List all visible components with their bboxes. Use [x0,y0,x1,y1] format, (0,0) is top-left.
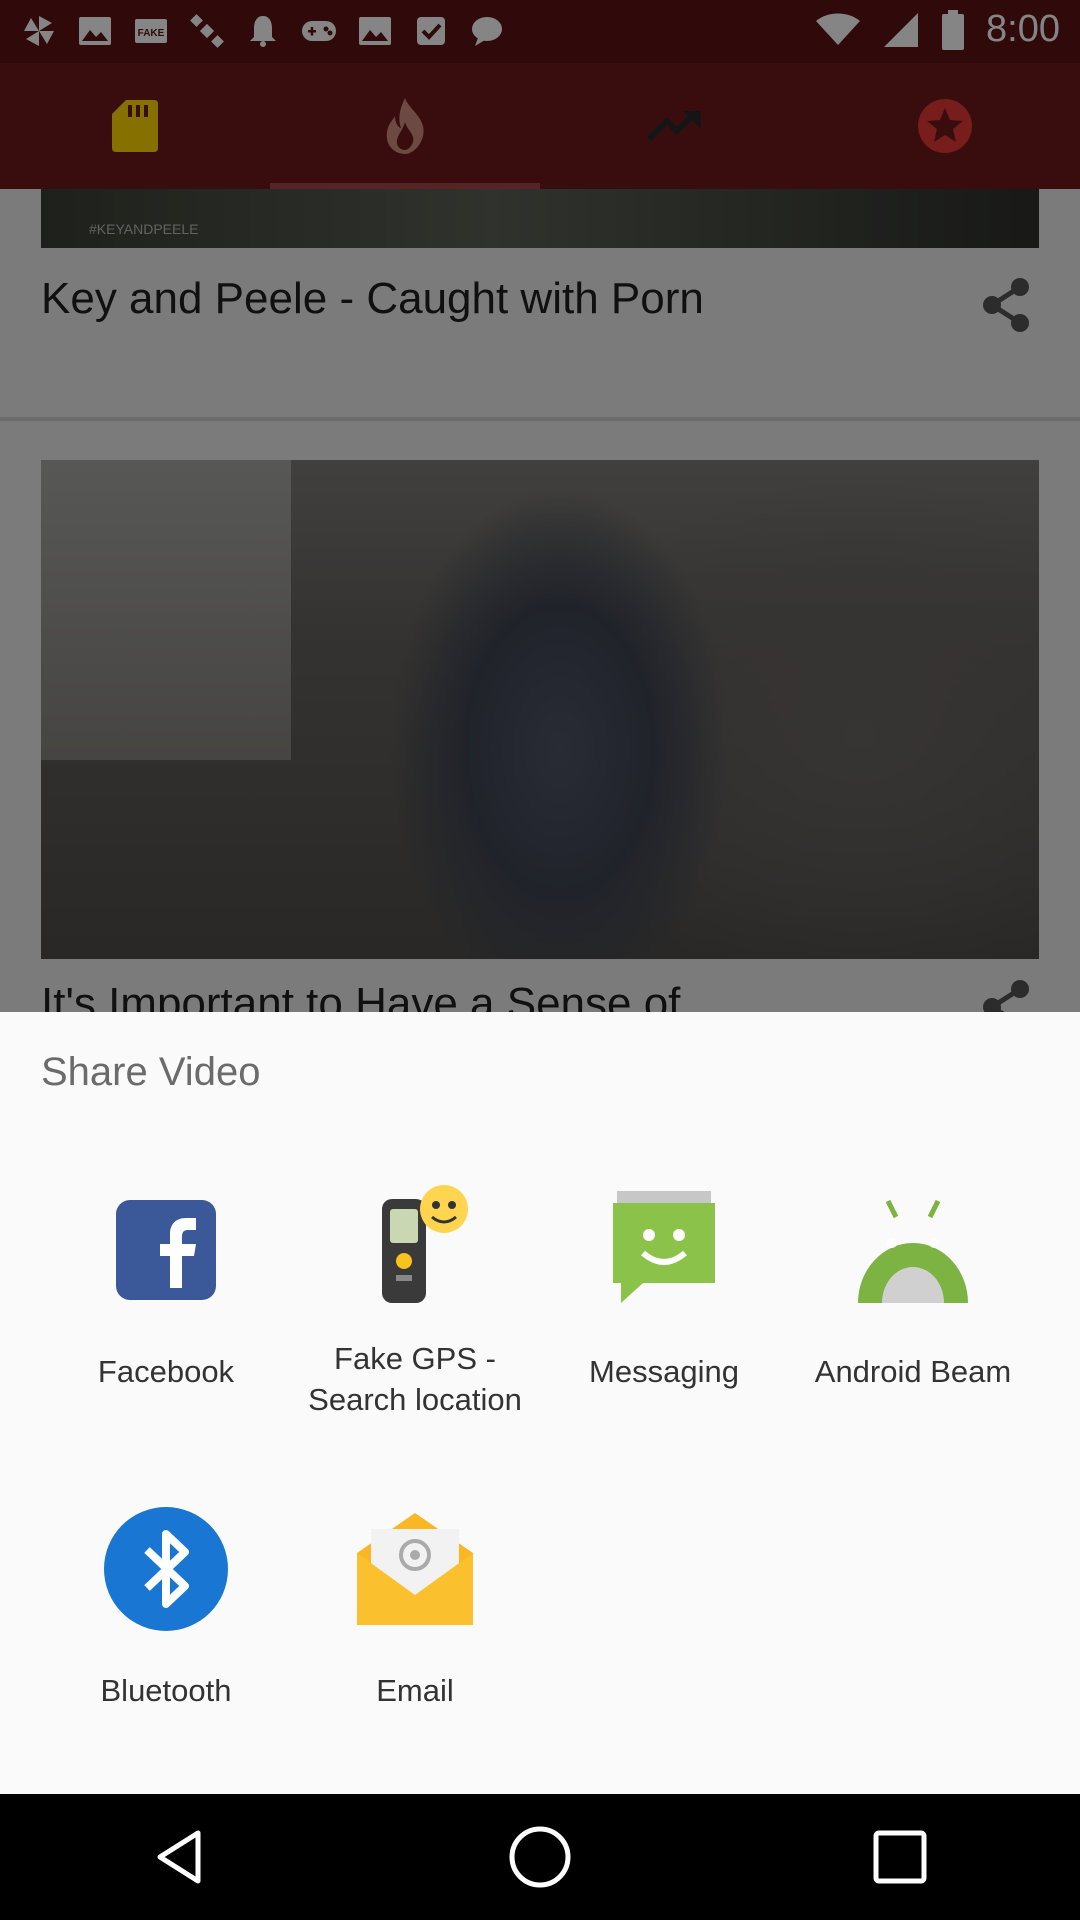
recents-button[interactable] [850,1807,950,1907]
share-target-facebook[interactable]: Facebook [41,1187,291,1392]
app-label: Messaging [589,1354,739,1389]
email-icon [352,1506,478,1632]
app-label: Facebook [97,1354,235,1389]
share-sheet-title: Share Video [41,1050,261,1094]
share-target-bluetooth[interactable]: Bluetooth [41,1506,291,1711]
dim-overlay[interactable] [0,0,1080,1012]
home-button[interactable] [490,1807,590,1907]
app-label: Email [376,1673,454,1708]
app-label: Bluetooth [100,1673,232,1708]
app-label-line1: Fake GPS - [334,1341,496,1376]
back-icon [157,1830,201,1884]
share-target-messaging[interactable]: Messaging [539,1187,789,1392]
home-icon [509,1826,571,1888]
back-button[interactable] [130,1807,230,1907]
app-label-line2: Search location [308,1382,522,1417]
app-label: Android Beam [814,1354,1012,1389]
share-target-android-beam[interactable]: Android Beam [788,1187,1038,1392]
messaging-icon [601,1187,727,1313]
recents-icon [873,1830,927,1884]
bluetooth-icon [103,1506,229,1632]
navigation-bar [0,1794,1080,1920]
android-icon [850,1187,976,1313]
gps-icon [352,1174,478,1313]
app-label: Fake GPS - Search location [290,1338,540,1420]
share-sheet: Share Video Facebook Fake GPS - Search l… [0,1012,1080,1794]
share-target-email[interactable]: Email [290,1506,540,1711]
facebook-icon [103,1187,229,1313]
share-target-fake-gps[interactable]: Fake GPS - Search location [290,1174,540,1420]
